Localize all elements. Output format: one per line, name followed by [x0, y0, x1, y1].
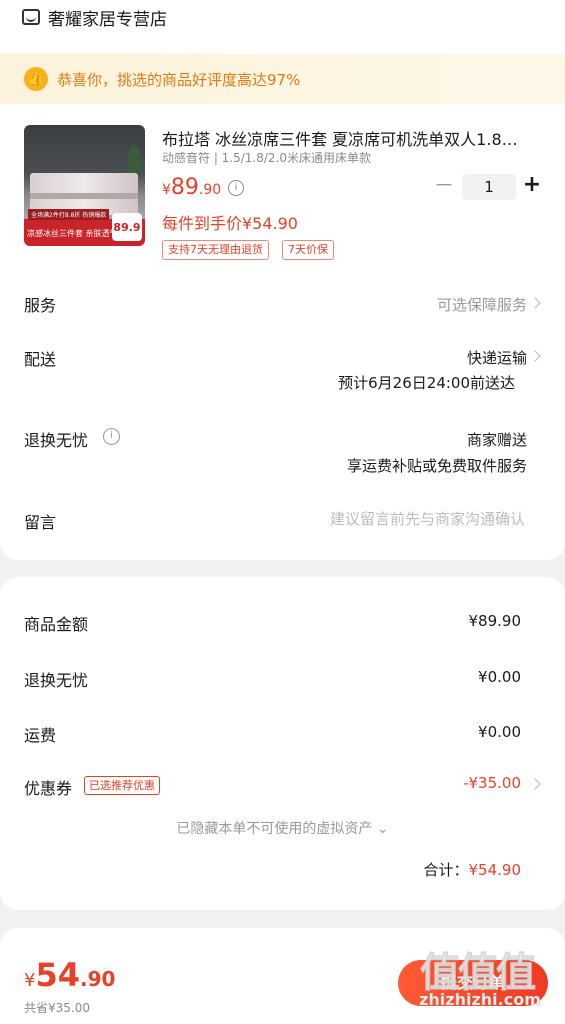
coupon-discount[interactable]: -¥35.00 [463, 774, 521, 792]
return-fee-label: 退换无忧 [24, 671, 89, 690]
product-image[interactable]: 全场满2件打8.8折 热销爆款 凉感冰丝三件套 亲肤透气 89.9 [24, 125, 145, 246]
message-label: 留言 [24, 513, 57, 532]
checkout-price-integer: 54 [35, 956, 80, 994]
goods-amount-value: ¥89.90 [468, 612, 522, 630]
price-info-icon[interactable]: i [228, 180, 244, 196]
product-spec[interactable]: 动感音符 | 1.5/1.8/2.0米床通用床单款 [162, 149, 371, 166]
banner-text: 恭喜你，挑选的商品好评度高达97% [57, 70, 301, 89]
per-item-price: 每件到手价¥54.90 [162, 214, 298, 233]
price-integer: 89 [170, 175, 199, 200]
message-input[interactable]: 建议留言前先与商家沟通确认 [330, 508, 525, 529]
shop-header[interactable]: 奢耀家居专营店 [22, 4, 167, 30]
plant-decoration [127, 145, 141, 175]
order-total: 合计：¥54.90 [423, 859, 521, 880]
return-help-icon[interactable]: i [103, 428, 120, 445]
quantity-input[interactable]: 1 [462, 174, 516, 200]
return-policy-tag: 支持7天无理由退货 [162, 240, 269, 260]
shop-icon [22, 9, 40, 25]
image-promo-tag: 全场满2件打8.8折 热销爆款 [28, 209, 110, 220]
total-value: ¥54.90 [468, 861, 522, 879]
return-sub: 享运费补贴或免费取件服务 [346, 457, 527, 475]
return-label: 退换无忧 [24, 431, 89, 450]
service-label: 服务 [24, 296, 57, 315]
coupon-selected-tag: 已选推荐优惠 [84, 776, 160, 795]
delivery-eta: 预计6月26日24:00前送达 [338, 374, 515, 392]
product-price: ¥89.90 [162, 175, 221, 200]
image-slogan: 凉感冰丝三件套 亲肤透气 [27, 229, 118, 238]
shipping-value: ¥0.00 [478, 723, 521, 741]
checkout-price-decimal: .90 [79, 967, 116, 991]
hidden-assets-toggle[interactable]: 已隐藏本单不可使用的虚拟资产 ⌄ [0, 818, 565, 838]
return-value: 商家赠送 [466, 431, 527, 449]
product-title[interactable]: 布拉塔 冰丝凉席三件套 夏凉席可机洗单双人1.8… [162, 126, 542, 150]
bed-stripe [30, 193, 138, 199]
service-value[interactable]: 可选保障服务 [437, 294, 527, 315]
submit-order-button[interactable]: 提交订单 [398, 960, 548, 1006]
quantity-decrease-button[interactable]: － [433, 174, 455, 198]
quantity-increase-button[interactable]: + [521, 172, 543, 198]
image-price-badge: 89.9 [112, 213, 142, 241]
checkout-price: ¥54.90 [24, 956, 115, 994]
rating-banner: 👍 恭喜你，挑选的商品好评度高达97% [0, 54, 565, 104]
price-decimal: .90 [198, 182, 222, 198]
coupon-label: 优惠券 [24, 779, 73, 798]
thumbs-up-icon: 👍 [24, 67, 48, 91]
shop-name: 奢耀家居专营店 [48, 9, 167, 30]
shipping-label: 运费 [24, 726, 57, 745]
goods-amount-label: 商品金额 [24, 615, 89, 634]
return-fee-value: ¥0.00 [478, 668, 521, 686]
delivery-label: 配送 [24, 350, 57, 369]
delivery-value[interactable]: 快递运输 [467, 347, 527, 368]
price-symbol: ¥ [162, 182, 171, 198]
checkout-price-symbol: ¥ [24, 970, 36, 991]
total-label: 合计： [423, 861, 469, 879]
price-protection-tag: 7天价保 [282, 240, 334, 260]
saved-amount: 共省¥35.00 [24, 1001, 90, 1015]
